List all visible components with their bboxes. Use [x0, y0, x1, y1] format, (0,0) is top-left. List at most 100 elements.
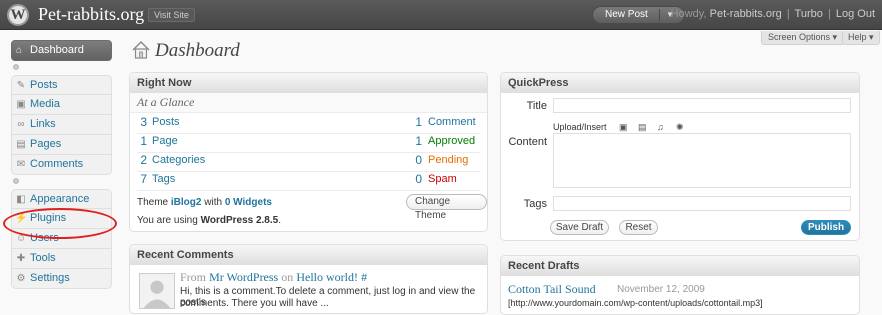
- menu-item-posts[interactable]: ✎ Posts: [11, 75, 112, 95]
- version-prefix: You are using: [137, 215, 198, 226]
- wrench-icon: ✚: [16, 253, 26, 264]
- recent-comments-widget: Recent Comments From Mr WordPress on Hel…: [129, 244, 488, 314]
- users-icon: ☺: [15, 233, 27, 244]
- save-draft-button[interactable]: Save Draft: [550, 220, 609, 235]
- menu-item-media[interactable]: ▣ Media: [11, 95, 112, 115]
- wordpress-version: WordPress 2.8.5: [200, 215, 279, 226]
- menu-item-label: Plugins: [30, 212, 67, 224]
- comment-permalink[interactable]: #: [361, 270, 367, 284]
- pushpin-icon: ✎: [16, 80, 26, 91]
- content-textarea[interactable]: [553, 133, 851, 188]
- discussion-label[interactable]: Comment: [428, 113, 476, 132]
- media-icon: ▣: [16, 99, 26, 110]
- content-label[interactable]: Tags: [152, 170, 175, 189]
- menu-item-pages[interactable]: ▤ Pages: [11, 135, 112, 155]
- widget-title[interactable]: Recent Drafts: [501, 256, 859, 276]
- widgets-link[interactable]: 0 Widgets: [225, 197, 272, 208]
- menu-item-appearance[interactable]: ◧ Appearance: [11, 189, 112, 209]
- howdy-text: Howdy,: [670, 8, 707, 20]
- title-input[interactable]: [553, 98, 851, 113]
- user-profile-link[interactable]: Pet-rabbits.org: [710, 8, 782, 20]
- discussion-label[interactable]: Spam: [428, 170, 457, 189]
- publish-button[interactable]: Publish: [801, 220, 851, 235]
- right-now-widget: Right Now At a Glance 3 Posts 1 Page 2 C…: [129, 72, 488, 232]
- menu-item-label: Appearance: [30, 193, 90, 205]
- count[interactable]: 1: [406, 113, 422, 132]
- wordpress-logo-icon[interactable]: W: [7, 4, 29, 26]
- content-label[interactable]: Page: [152, 132, 178, 151]
- count[interactable]: 1: [406, 132, 422, 151]
- theme-with: with: [204, 197, 223, 208]
- help-button[interactable]: Help ▾: [842, 31, 880, 45]
- quickpress-widget: QuickPress Title Upload/Insert ▣ ▤ ♫ ✺ C…: [500, 72, 860, 241]
- menu-item-label: Pages: [30, 138, 62, 150]
- discussion-label[interactable]: Approved: [428, 132, 475, 151]
- count[interactable]: 0: [406, 170, 422, 189]
- menu-item-links[interactable]: ∞ Links: [11, 115, 112, 135]
- content-label[interactable]: Categories: [152, 151, 205, 170]
- count[interactable]: 0: [406, 151, 422, 170]
- menu-item-label: Comments: [30, 158, 84, 170]
- menu-item-dashboard[interactable]: ⌂ Dashboard: [11, 40, 112, 61]
- count[interactable]: 2: [131, 151, 147, 170]
- menu-item-label: Users: [30, 232, 59, 244]
- chain-link-icon: ∞: [17, 119, 25, 130]
- menu-group-content: ✎ Posts ▣ Media ∞ Links ▤ Pages ✉ Comments: [11, 75, 112, 175]
- separator: |: [827, 8, 831, 20]
- admin-header: W Pet-rabbits.org Visit Site New Post ▼ …: [0, 0, 882, 30]
- add-video-icon[interactable]: ▤: [638, 122, 647, 133]
- divider: [659, 9, 660, 21]
- widget-title[interactable]: Recent Comments: [130, 245, 487, 265]
- menu-item-users[interactable]: ☺ Users: [11, 229, 112, 249]
- comment-author-link[interactable]: Mr WordPress: [209, 270, 278, 284]
- change-theme-button[interactable]: Change Theme: [406, 194, 487, 221]
- count[interactable]: 7: [131, 170, 147, 189]
- comment-excerpt: comments. There you will have ...: [180, 298, 329, 309]
- turbo-link[interactable]: Turbo: [795, 8, 823, 20]
- plug-icon: ⚡: [15, 213, 28, 224]
- add-audio-icon[interactable]: ♫: [657, 122, 664, 132]
- theme-name-link[interactable]: iBlog2: [171, 197, 202, 208]
- comment-post-link[interactable]: Hello world!: [296, 270, 358, 284]
- add-media-icon[interactable]: ✺: [676, 122, 684, 133]
- draft-excerpt: [http://www.yourdomain.com/wp-content/up…: [508, 298, 763, 308]
- menu-item-label: Tools: [30, 252, 56, 264]
- content-label[interactable]: Posts: [152, 113, 180, 132]
- recent-drafts-widget: Recent Drafts Cotton Tail Sound November…: [500, 255, 860, 315]
- tags-input[interactable]: [553, 196, 851, 211]
- widget-title[interactable]: QuickPress: [501, 73, 859, 93]
- add-image-icon[interactable]: ▣: [619, 122, 628, 133]
- menu-separator: [11, 61, 112, 75]
- admin-menu: ⌂ Dashboard ✎ Posts ▣ Media ∞ Links ▤ Pages …: [11, 40, 112, 289]
- speech-bubble-icon: ✉: [16, 159, 26, 170]
- title-label: Title: [526, 100, 547, 112]
- house-icon: [132, 40, 150, 59]
- logout-link[interactable]: Log Out: [836, 8, 875, 20]
- discussion-label[interactable]: Pending: [428, 151, 468, 170]
- theme-info: Theme iBlog2 with 0 Widgets: [137, 197, 272, 208]
- site-title[interactable]: Pet-rabbits.org: [38, 4, 144, 24]
- reset-button[interactable]: Reset: [619, 220, 658, 235]
- count[interactable]: 1: [131, 132, 147, 151]
- menu-item-tools[interactable]: ✚ Tools: [11, 249, 112, 269]
- screen-options-button[interactable]: Screen Options ▾: [761, 31, 845, 45]
- appearance-icon: ◧: [16, 194, 26, 205]
- draft-title-link[interactable]: Cotton Tail Sound: [508, 282, 596, 297]
- divider: [137, 190, 480, 191]
- menu-item-comments[interactable]: ✉ Comments: [11, 155, 112, 175]
- visit-site-button[interactable]: Visit Site: [148, 8, 195, 22]
- version-suffix: .: [278, 215, 281, 226]
- menu-item-settings[interactable]: ⚙ Settings: [11, 269, 112, 289]
- pages-icon: ▤: [16, 139, 26, 150]
- tags-label: Tags: [523, 198, 547, 210]
- menu-item-label: Links: [30, 118, 56, 130]
- page-title: Dashboard: [155, 40, 240, 61]
- count[interactable]: 3: [131, 113, 147, 132]
- house-icon: ⌂: [16, 45, 23, 56]
- theme-prefix: Theme: [137, 197, 169, 208]
- widget-title[interactable]: Right Now: [130, 73, 487, 93]
- new-post-label[interactable]: New Post: [605, 9, 648, 20]
- menu-separator: [11, 175, 112, 189]
- menu-item-plugins[interactable]: ⚡ Plugins: [11, 209, 112, 229]
- from-text: From: [180, 270, 207, 284]
